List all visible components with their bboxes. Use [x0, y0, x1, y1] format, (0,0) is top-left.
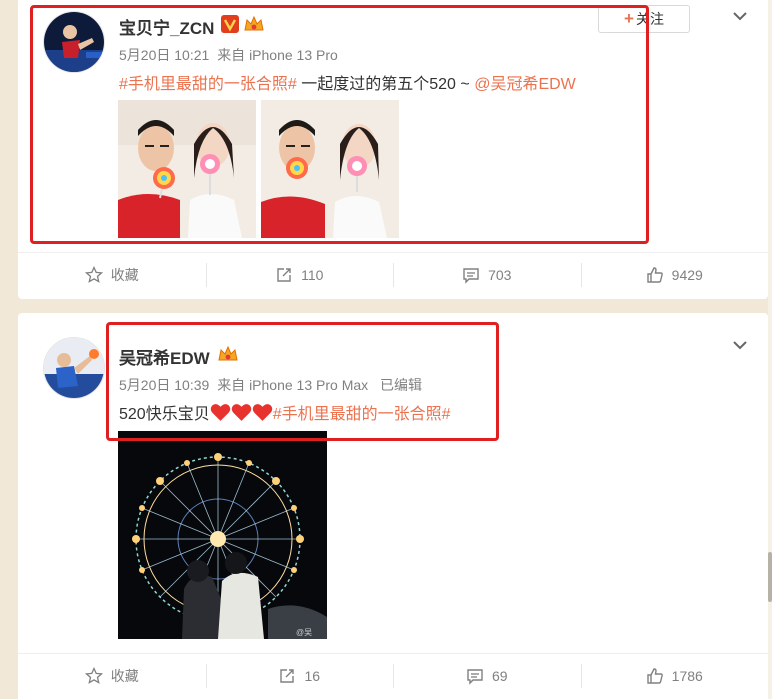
- favorite-button[interactable]: 收藏: [18, 253, 206, 296]
- post-actions: 收藏 110 703 9429: [18, 252, 768, 296]
- highlight-box: [106, 322, 499, 441]
- comment-button[interactable]: 703: [393, 253, 581, 296]
- highlight-box: [30, 5, 649, 244]
- repost-icon: [280, 668, 295, 683]
- post-actions: 收藏 16 69 1786: [18, 653, 768, 697]
- scrollbar-thumb[interactable]: [768, 552, 772, 602]
- like-icon: [646, 266, 663, 283]
- repost-button[interactable]: 110: [205, 253, 394, 296]
- chevron-down-icon[interactable]: [732, 337, 748, 353]
- chevron-down-icon[interactable]: [732, 8, 748, 24]
- star-icon: [84, 666, 103, 684]
- image-watermark: @吴: [296, 628, 312, 637]
- post-image[interactable]: @吴: [118, 431, 327, 639]
- favorite-button[interactable]: 收藏: [18, 654, 206, 697]
- repost-icon: [277, 267, 291, 282]
- comment-icon: [467, 668, 483, 685]
- like-button[interactable]: 1786: [580, 654, 769, 697]
- avatar[interactable]: [43, 337, 105, 399]
- star-icon: [84, 265, 103, 283]
- like-icon: [646, 667, 663, 684]
- comment-button[interactable]: 69: [393, 654, 581, 697]
- repost-button[interactable]: 16: [205, 654, 394, 697]
- comment-icon: [463, 267, 479, 284]
- like-button[interactable]: 9429: [580, 253, 769, 296]
- scrollbar[interactable]: [768, 0, 772, 699]
